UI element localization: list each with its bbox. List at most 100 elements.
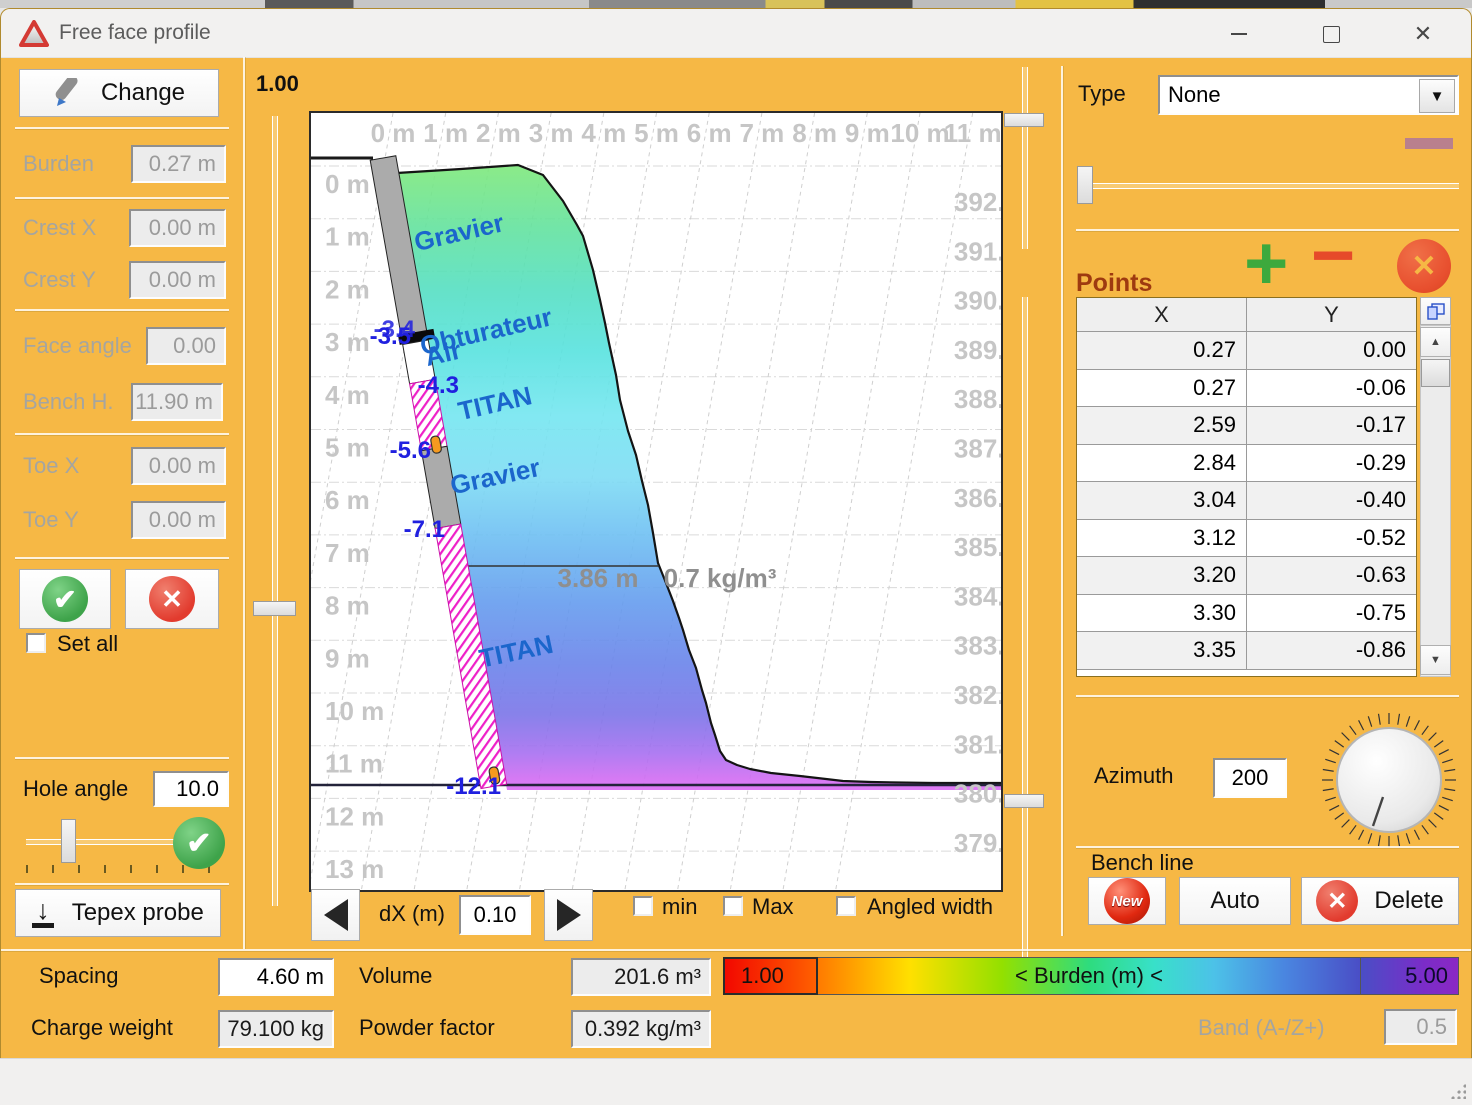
- toe-y-field: 0.00 m: [131, 501, 226, 539]
- dx-input[interactable]: 0.10: [459, 895, 531, 935]
- points-table[interactable]: X Y 0.270.00 0.27-0.06 2.59-0.17 2.84-0.…: [1076, 297, 1417, 677]
- chart-scale-value: 1.00: [256, 71, 299, 97]
- type-slider-track[interactable]: [1083, 183, 1459, 189]
- svg-text:11 m: 11 m: [325, 749, 383, 779]
- separator: [15, 433, 229, 435]
- table-row[interactable]: 0.27-0.06: [1077, 370, 1416, 408]
- burden-scale-max[interactable]: 5.00: [1361, 957, 1459, 995]
- step-right-button[interactable]: [544, 889, 593, 941]
- table-scrollbar-thumb[interactable]: [1421, 359, 1450, 387]
- tepex-probe-label: Tepex probe: [72, 899, 204, 927]
- svg-text:-12.1: -12.1: [446, 773, 501, 800]
- svg-text:9 m: 9 m: [845, 118, 890, 148]
- remove-point-button[interactable]: −: [1311, 227, 1355, 285]
- hole-angle-slider-thumb[interactable]: [61, 819, 76, 863]
- svg-text:7 m: 7 m: [739, 118, 784, 148]
- azimuth-input[interactable]: 200: [1213, 758, 1287, 798]
- azimuth-dial[interactable]: [1321, 712, 1457, 848]
- table-row[interactable]: 3.20-0.63: [1077, 557, 1416, 595]
- cancel-button[interactable]: ✕: [125, 569, 219, 629]
- bench-h-label: Bench H.: [23, 389, 114, 415]
- resize-grip[interactable]: [1450, 1083, 1466, 1099]
- pencil-icon: [53, 78, 87, 108]
- column-header-y[interactable]: Y: [1247, 298, 1416, 331]
- angled-width-checkbox[interactable]: [836, 896, 856, 916]
- add-point-button[interactable]: +: [1244, 235, 1288, 293]
- background-windows-strip: [0, 0, 1472, 8]
- maximize-button[interactable]: [1308, 19, 1354, 49]
- svg-text:390.9: 390.9: [954, 286, 1001, 316]
- apply-button[interactable]: ✔: [19, 569, 111, 629]
- close-button[interactable]: ✕: [1400, 19, 1446, 49]
- left-vertical-slider-thumb[interactable]: [253, 601, 296, 616]
- pan-slider-thumb[interactable]: [1004, 794, 1044, 808]
- max-checkbox[interactable]: [723, 896, 743, 916]
- dx-label: dX (m): [379, 901, 445, 927]
- type-slider-thumb[interactable]: [1077, 166, 1093, 204]
- bench-line-new-button[interactable]: New: [1088, 877, 1166, 925]
- minimize-button[interactable]: [1216, 19, 1262, 49]
- burden-scale-min[interactable]: 1.00: [723, 957, 818, 995]
- powder-factor-label: Powder factor: [359, 1015, 495, 1041]
- step-left-button[interactable]: [311, 889, 360, 941]
- profile-chart[interactable]: 0 m1 m2 m3 m4 m5 m6 m7 m8 m9 m10 m11 m0 …: [309, 111, 1003, 892]
- table-row[interactable]: 3.30-0.75: [1077, 595, 1416, 633]
- svg-text:11 m: 11 m: [944, 118, 1001, 148]
- type-dropdown[interactable]: None ▼: [1158, 75, 1459, 115]
- spacing-input[interactable]: 4.60 m: [218, 958, 334, 996]
- svg-text:9 m: 9 m: [325, 643, 370, 673]
- left-vertical-slider-track[interactable]: [272, 116, 278, 906]
- charge-weight-field: 79.100 kg: [218, 1010, 334, 1048]
- table-row[interactable]: 3.04-0.40: [1077, 482, 1416, 520]
- clear-points-button[interactable]: ✕: [1397, 239, 1451, 293]
- crest-x-field: 0.00 m: [129, 209, 226, 247]
- svg-text:391.9: 391.9: [954, 236, 1001, 266]
- charge-weight-label: Charge weight: [31, 1015, 173, 1041]
- zoom-slider-thumb[interactable]: [1004, 113, 1044, 127]
- svg-text:0 m: 0 m: [371, 118, 416, 148]
- svg-text:-4.3: -4.3: [418, 372, 459, 399]
- face-angle-field: 0.00: [146, 327, 226, 365]
- change-button[interactable]: Change: [19, 69, 219, 117]
- tepex-probe-button[interactable]: ↓ Tepex probe: [15, 889, 221, 937]
- table-scroll-down-button[interactable]: ▼: [1420, 645, 1451, 675]
- svg-text:5 m: 5 m: [634, 118, 679, 148]
- table-row[interactable]: 3.35-0.86: [1077, 632, 1416, 670]
- min-checkbox[interactable]: [633, 896, 653, 916]
- table-row[interactable]: 2.84-0.29: [1077, 445, 1416, 483]
- dial-knob[interactable]: [1337, 728, 1441, 832]
- bench-line-delete-button[interactable]: ✕ Delete: [1301, 877, 1459, 925]
- hole-angle-input[interactable]: 10.0: [153, 771, 229, 807]
- burden-color-scale[interactable]: < Burden (m) <: [818, 957, 1361, 995]
- table-row[interactable]: 0.270.00: [1077, 332, 1416, 370]
- svg-text:8 m: 8 m: [792, 118, 837, 148]
- band-label: Band (A-/Z+): [1198, 1015, 1325, 1041]
- type-dropdown-value: None: [1168, 82, 1221, 108]
- table-scroll-up-button[interactable]: ▲: [1420, 327, 1451, 357]
- column-header-x[interactable]: X: [1077, 298, 1247, 331]
- svg-text:387.9: 387.9: [954, 434, 1001, 464]
- toe-x-label: Toe X: [23, 453, 79, 479]
- svg-text:385.9: 385.9: [954, 532, 1001, 562]
- delete-button-label: Delete: [1374, 887, 1443, 915]
- table-row[interactable]: 3.12-0.52: [1077, 520, 1416, 558]
- set-all-checkbox[interactable]: [26, 633, 46, 653]
- points-table-body: 0.270.00 0.27-0.06 2.59-0.17 2.84-0.29 3…: [1077, 332, 1416, 670]
- svg-text:384.9: 384.9: [954, 581, 1001, 611]
- change-button-label: Change: [101, 79, 185, 107]
- burden-label: Burden: [23, 151, 94, 177]
- titlebar[interactable]: Free face profile ✕: [1, 9, 1471, 58]
- pan-slider-track[interactable]: [1022, 297, 1028, 959]
- crest-x-label: Crest X: [23, 215, 96, 241]
- dropdown-arrow-icon[interactable]: ▼: [1419, 79, 1455, 113]
- crest-y-label: Crest Y: [23, 267, 96, 293]
- table-corner-icon[interactable]: [1420, 297, 1451, 325]
- svg-text:10 m: 10 m: [325, 696, 384, 726]
- zoom-slider-track[interactable]: [1022, 67, 1028, 249]
- bench-line-auto-button[interactable]: Auto: [1179, 877, 1291, 925]
- check-icon: ✔: [42, 576, 88, 622]
- svg-text:380.9: 380.9: [954, 779, 1001, 809]
- separator: [1076, 846, 1459, 848]
- hole-angle-apply-button[interactable]: ✔: [173, 817, 225, 869]
- table-row[interactable]: 2.59-0.17: [1077, 407, 1416, 445]
